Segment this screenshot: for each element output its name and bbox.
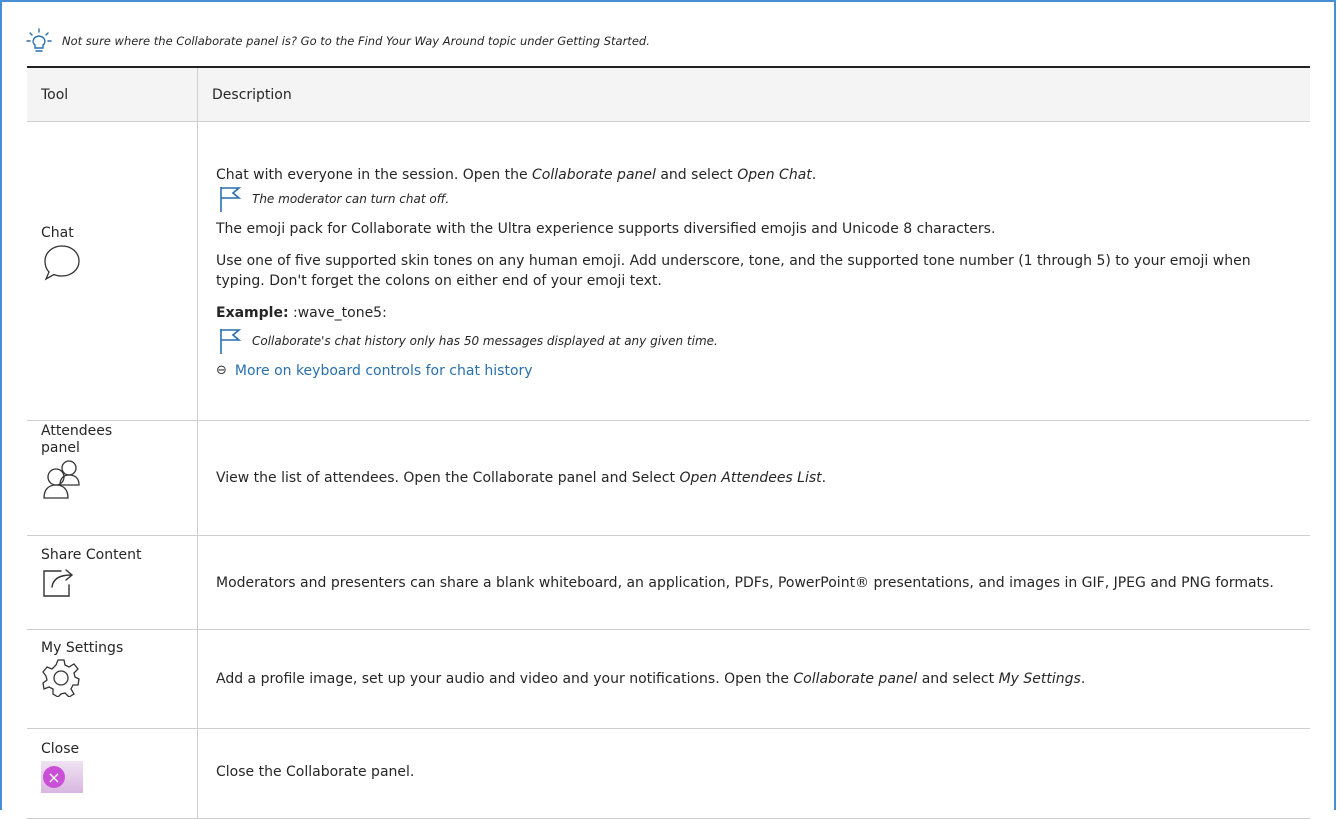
chat-history-link-text[interactable]: More on keyboard controls for chat histo…: [235, 361, 533, 381]
flag-icon: [220, 329, 242, 354]
tip-banner: Not sure where the Collaborate panel is?…: [26, 26, 650, 56]
settings-desc: Add a profile image, set up your audio a…: [216, 671, 1086, 687]
tool-label-share: Share Content: [41, 547, 142, 563]
tip-text: Not sure where the Collaborate panel is?…: [62, 34, 650, 48]
chat-skin-tones: Use one of five supported skin tones on …: [216, 253, 1251, 289]
tool-label-close: Close: [41, 741, 80, 757]
close-icon: ×: [41, 761, 83, 793]
gear-icon: [42, 659, 80, 698]
table-row-chat: Chat Chat with everyone in the session. …: [27, 121, 1310, 421]
header-tool: Tool: [27, 67, 198, 122]
close-circle: ×: [43, 766, 65, 788]
tool-label-attendees: Attendees panel: [41, 423, 113, 456]
lightbulb-icon: [26, 28, 52, 52]
table-row-attendees: Attendees panel View the list of attende…: [27, 420, 1310, 536]
attendees-icon: [43, 460, 80, 499]
table-header-row: Tool Description: [27, 67, 1310, 122]
share-desc: Moderators and presenters can share a bl…: [216, 574, 1274, 591]
tool-cell-settings: My Settings: [27, 629, 198, 729]
table-row-close: Close × Close the Collaborate panel.: [27, 728, 1310, 819]
chat-example: Example: :wave_tone5:: [216, 305, 387, 321]
chat-note-history: Collaborate's chat history only has 50 m…: [216, 327, 1294, 355]
tools-table: Tool Description Chat Chat with everyone…: [27, 66, 1310, 819]
chat-bubble-icon: [44, 245, 80, 281]
tool-cell-close: Close ×: [27, 728, 198, 819]
share-content-icon: [43, 569, 74, 597]
close-desc: Close the Collaborate panel.: [216, 764, 415, 780]
desc-cell-attendees: View the list of attendees. Open the Col…: [197, 420, 1310, 536]
attendees-desc: View the list of attendees. Open the Col…: [216, 470, 827, 486]
table-row-settings: My Settings Add a profile image, set up …: [27, 629, 1310, 729]
flag-icon: [220, 187, 242, 212]
tool-cell-chat: Chat: [27, 121, 198, 421]
header-description: Description: [197, 67, 1310, 122]
arrow-circle-icon: ⊖: [216, 363, 227, 378]
tool-cell-attendees: Attendees panel: [27, 420, 198, 536]
table-row-share: Share Content Moderators and presenters …: [27, 535, 1310, 630]
chat-history-link[interactable]: ⊖ More on keyboard controls for chat his…: [216, 361, 1294, 381]
tool-label-chat: Chat: [41, 225, 74, 241]
desc-cell-settings: Add a profile image, set up your audio a…: [197, 629, 1310, 729]
tool-cell-share: Share Content: [27, 535, 198, 630]
desc-cell-chat: Chat with everyone in the session. Open …: [197, 121, 1310, 421]
tool-label-settings: My Settings: [41, 640, 124, 656]
chat-intro: Chat with everyone in the session. Open …: [216, 167, 817, 183]
desc-cell-share: Moderators and presenters can share a bl…: [197, 535, 1310, 630]
chat-emoji-pack: The emoji pack for Collaborate with the …: [216, 221, 996, 237]
chat-note-moderator: The moderator can turn chat off.: [216, 185, 1294, 213]
desc-cell-close: Close the Collaborate panel.: [197, 728, 1310, 819]
